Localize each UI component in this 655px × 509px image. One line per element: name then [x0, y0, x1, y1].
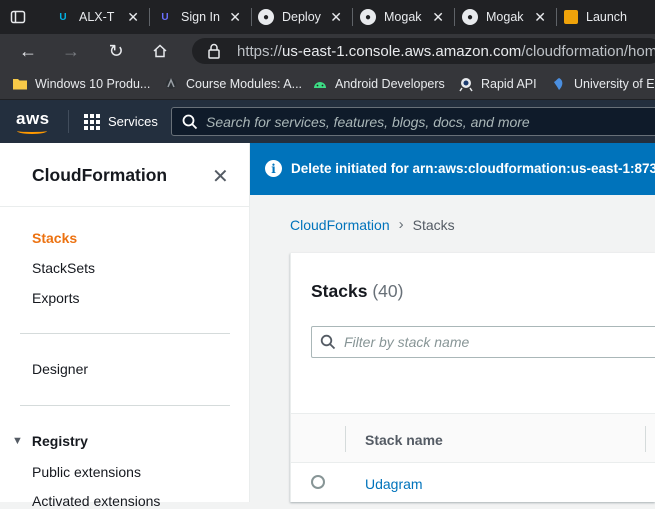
- github-icon: ●: [360, 9, 376, 25]
- sidebar-item-stacksets[interactable]: StackSets: [32, 260, 95, 276]
- search-icon: [182, 114, 198, 130]
- stacks-heading: Stacks (40): [311, 281, 403, 302]
- home-icon: [153, 44, 167, 58]
- filter-placeholder: Filter by stack name: [344, 334, 470, 350]
- stacks-panel: Stacks (40) Filter by stack name Stack n…: [290, 253, 655, 502]
- tab-title: Sign In: [181, 10, 220, 24]
- search-icon: [320, 334, 336, 350]
- aws-smile-icon: [17, 128, 47, 134]
- bookmark-item[interactable]: Course Modules: A...: [163, 75, 302, 93]
- back-button[interactable]: ←: [13, 34, 43, 68]
- rapidapi-icon: [459, 78, 473, 92]
- breadcrumb-cloudformation-link[interactable]: CloudFormation: [290, 217, 390, 233]
- tab-actions-button[interactable]: [10, 0, 40, 34]
- tab-title: Deploy: [282, 10, 321, 24]
- tab-title: Launch: [586, 10, 628, 24]
- browser-tab-3[interactable]: ● Mogak ✕: [360, 0, 452, 34]
- bookmark-item[interactable]: Windows 10 Produ...: [12, 75, 150, 93]
- browser-tab-bar: U ALX-T ✕ U Sign In ✕ ● Deploy ✕ ● Mogak…: [0, 0, 655, 34]
- bookmarks-bar: Windows 10 Produ... Course Modules: A...…: [0, 68, 655, 100]
- arrow-right-icon: →: [62, 40, 80, 61]
- breadcrumb: CloudFormation › Stacks: [290, 216, 455, 233]
- stacks-count: (40): [372, 281, 404, 301]
- reload-button[interactable]: ↻: [101, 34, 131, 68]
- browser-tab-1[interactable]: U Sign In ✕: [157, 0, 249, 34]
- aws-top-nav: aws Services Search for services, featur…: [0, 100, 655, 143]
- side-navigation: CloudFormation ✕ Stacks StackSets Export…: [0, 143, 250, 509]
- bookmark-item[interactable]: University of Ele: [551, 75, 655, 93]
- university-icon: [554, 78, 563, 90]
- browser-toolbar: ← → ↻ https://us-east-1.console.aws.amaz…: [0, 34, 655, 68]
- sidebar-title[interactable]: CloudFormation: [32, 165, 167, 186]
- course-icon: [166, 78, 176, 89]
- url-path: /cloudformation/home?re: [521, 42, 655, 60]
- close-icon: ✕: [212, 166, 229, 188]
- forward-button[interactable]: →: [56, 34, 86, 68]
- stack-name-link[interactable]: Udagram: [365, 476, 423, 492]
- bookmark-item[interactable]: Rapid API: [458, 75, 537, 93]
- search-input[interactable]: Search for services, features, blogs, do…: [171, 107, 655, 136]
- grid-icon: [84, 113, 100, 130]
- row-select-radio[interactable]: [311, 475, 325, 489]
- aws-box-icon: [564, 10, 578, 24]
- banner-message: Delete initiated for arn:aws:cloudformat…: [291, 161, 655, 176]
- udacity-icon: U: [59, 11, 67, 23]
- home-button[interactable]: [145, 34, 175, 68]
- tab-actions-icon: [10, 10, 26, 24]
- column-header-stack-name[interactable]: Stack name: [365, 432, 443, 448]
- browser-tab-2[interactable]: ● Deploy ✕: [258, 0, 350, 34]
- close-icon[interactable]: ✕: [127, 9, 139, 26]
- close-icon[interactable]: ✕: [432, 9, 444, 26]
- android-icon: [314, 82, 326, 88]
- caret-down-icon: ▼: [12, 435, 23, 447]
- chevron-right-icon: ›: [398, 216, 404, 233]
- sidebar-item-activated-extensions[interactable]: Activated extensions: [32, 493, 160, 509]
- info-flash-banner: i Delete initiated for arn:aws:cloudform…: [250, 143, 655, 195]
- stacks-table-header: Stack name: [291, 413, 655, 463]
- reload-icon: ↻: [108, 40, 124, 61]
- registry-heading: Registry: [31, 433, 88, 449]
- close-icon[interactable]: ✕: [229, 9, 241, 26]
- close-sidebar-button[interactable]: ✕: [212, 164, 229, 189]
- tab-title: ALX-T: [79, 10, 115, 24]
- services-menu-button[interactable]: Services: [84, 100, 158, 143]
- stacks-title: Stacks: [311, 281, 368, 301]
- arrow-left-icon: ←: [19, 40, 37, 61]
- filter-stacks-input[interactable]: Filter by stack name: [311, 326, 655, 358]
- folder-icon: [13, 79, 27, 90]
- breadcrumb-current: Stacks: [412, 216, 455, 233]
- browser-tab-5[interactable]: Launch: [564, 0, 655, 34]
- lock-icon: [208, 43, 220, 59]
- info-icon: i: [265, 160, 282, 177]
- services-label: Services: [108, 114, 158, 129]
- aws-logo[interactable]: aws: [16, 109, 50, 129]
- close-icon[interactable]: ✕: [534, 9, 546, 26]
- sidebar-item-stacks[interactable]: Stacks: [32, 230, 77, 246]
- sidebar-item-exports[interactable]: Exports: [32, 290, 79, 306]
- registry-section-toggle[interactable]: ▼ Registry: [12, 433, 88, 449]
- sidebar-item-designer[interactable]: Designer: [32, 361, 88, 377]
- search-placeholder: Search for services, features, blogs, do…: [206, 113, 530, 130]
- browser-tab-4[interactable]: ● Mogak ✕: [462, 0, 554, 34]
- sidebar-item-public-extensions[interactable]: Public extensions: [32, 464, 141, 480]
- url-prefix: https://: [237, 42, 283, 60]
- address-bar[interactable]: https://us-east-1.console.aws.amazon.com…: [192, 38, 655, 64]
- udacity-icon: U: [161, 11, 169, 23]
- table-row[interactable]: Udagram: [291, 463, 655, 503]
- github-icon: ●: [462, 9, 478, 25]
- tab-title: Mogak: [384, 10, 422, 24]
- url-host: us-east-1.console.aws.amazon.com: [282, 42, 522, 60]
- tab-title: Mogak: [486, 10, 524, 24]
- close-icon[interactable]: ✕: [330, 9, 342, 26]
- bookmark-item[interactable]: Android Developers: [312, 75, 445, 93]
- browser-tab-0[interactable]: U ALX-T ✕: [55, 0, 147, 34]
- github-icon: ●: [258, 9, 274, 25]
